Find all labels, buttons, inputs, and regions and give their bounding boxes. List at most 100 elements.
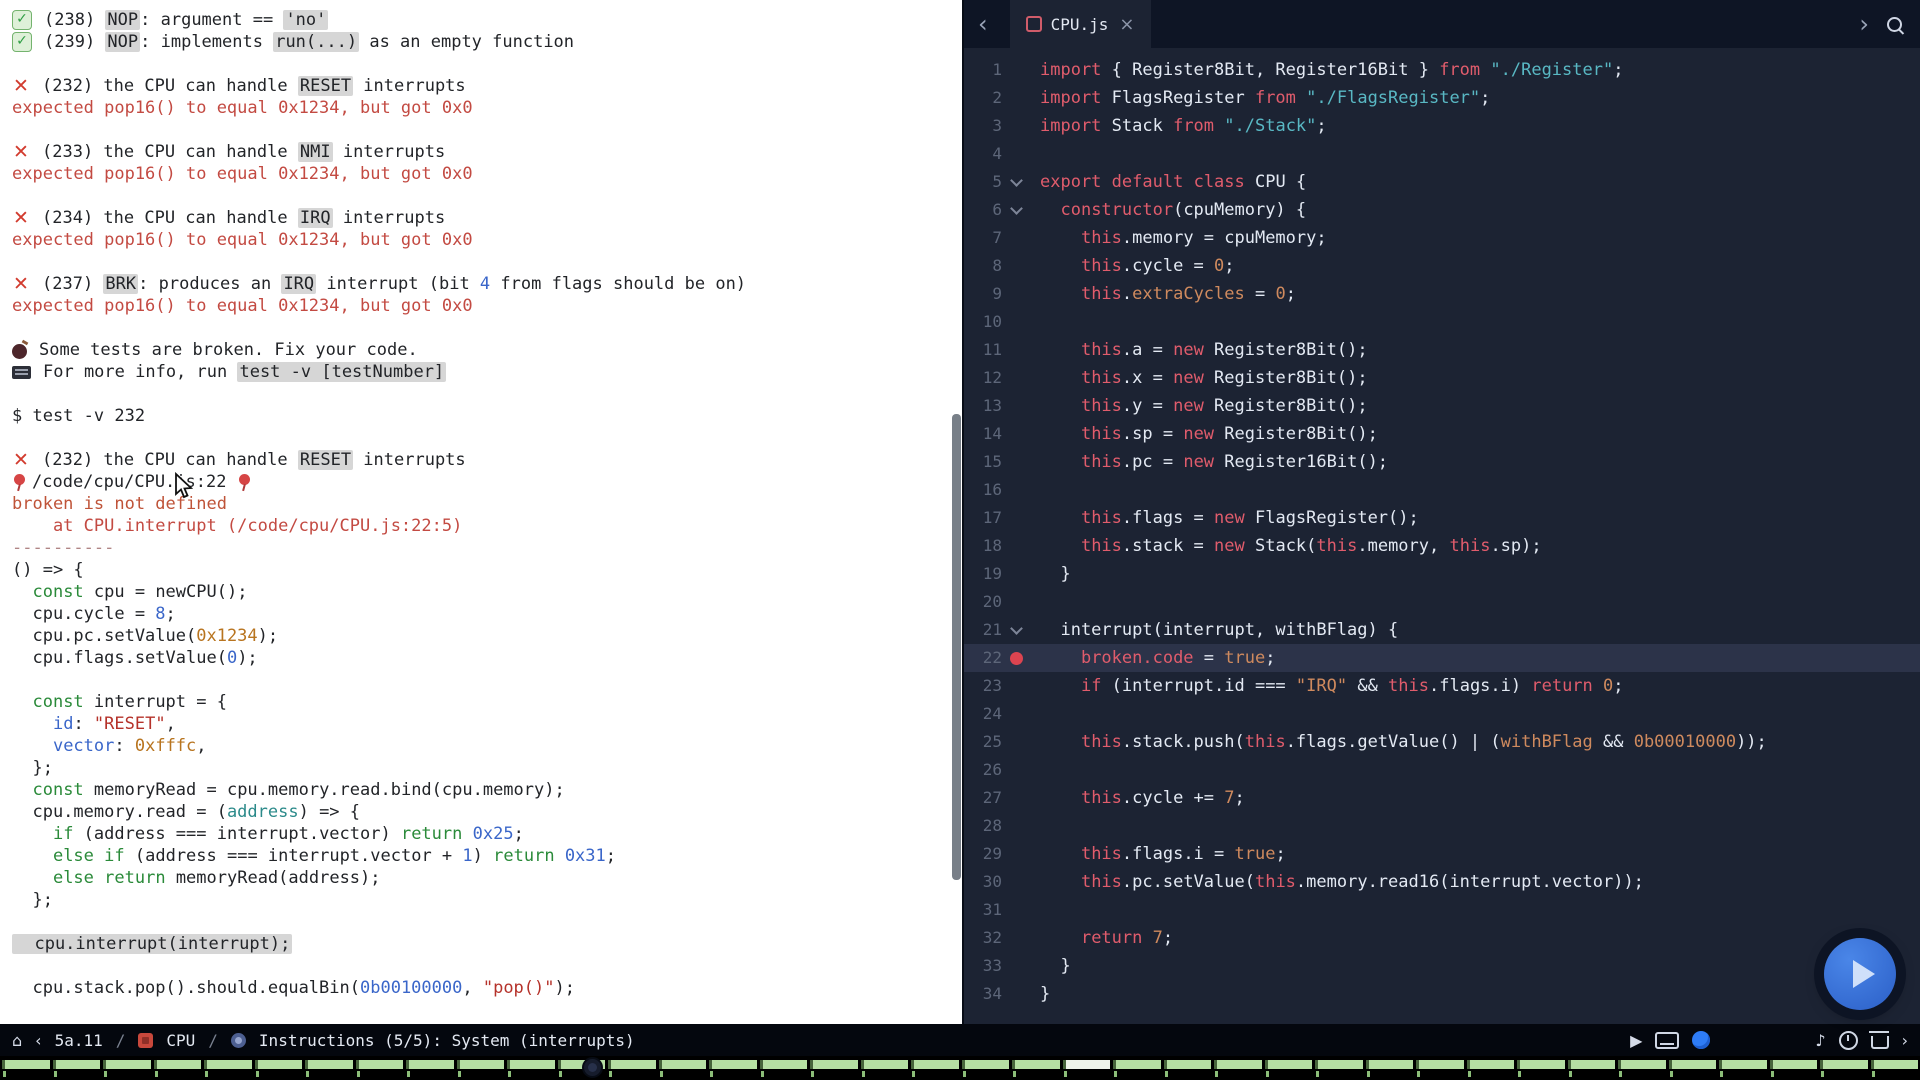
fold-chevron-icon[interactable] <box>1002 616 1030 644</box>
progress-segment[interactable] <box>1669 1060 1717 1069</box>
line-number[interactable]: 16 <box>964 476 1002 504</box>
progress-segment[interactable] <box>1517 1060 1565 1069</box>
editor-line[interactable]: 29 this.flags.i = true; <box>964 840 1920 868</box>
progress-segment[interactable] <box>154 1060 202 1069</box>
editor-line[interactable]: 21 interrupt(interrupt, withBFlag) { <box>964 616 1920 644</box>
editor-line[interactable]: 12 this.x = new Register8Bit(); <box>964 364 1920 392</box>
keyboard-icon[interactable] <box>1655 1032 1679 1049</box>
fold-chevron-icon[interactable] <box>1002 196 1030 224</box>
line-number[interactable]: 26 <box>964 756 1002 784</box>
line-number[interactable]: 7 <box>964 224 1002 252</box>
editor-line[interactable]: 19 } <box>964 560 1920 588</box>
editor-line[interactable]: 17 this.flags = new FlagsRegister(); <box>964 504 1920 532</box>
editor-line[interactable]: 23 if (interrupt.id === "IRQ" && this.fl… <box>964 672 1920 700</box>
line-number[interactable]: 25 <box>964 728 1002 756</box>
line-number[interactable]: 12 <box>964 364 1002 392</box>
editor-line[interactable]: 10 <box>964 308 1920 336</box>
line-number[interactable]: 11 <box>964 336 1002 364</box>
music-note-icon[interactable]: ♪ <box>1815 1031 1825 1050</box>
progress-segment[interactable] <box>507 1060 555 1069</box>
progress-segment[interactable] <box>1416 1060 1464 1069</box>
play-control-icon[interactable]: ▶ <box>1630 1031 1642 1050</box>
line-number[interactable]: 3 <box>964 112 1002 140</box>
search-icon[interactable] <box>1887 17 1902 32</box>
editor-line[interactable]: 7 this.memory = cpuMemory; <box>964 224 1920 252</box>
run-button[interactable] <box>1824 938 1896 1010</box>
line-number[interactable]: 1 <box>964 56 1002 84</box>
editor-line[interactable]: 28 <box>964 812 1920 840</box>
progress-segment[interactable] <box>1770 1060 1818 1069</box>
editor-line[interactable]: 25 this.stack.push(this.flags.getValue()… <box>964 728 1920 756</box>
line-number[interactable]: 27 <box>964 784 1002 812</box>
line-number[interactable]: 21 <box>964 616 1002 644</box>
trash-icon[interactable] <box>1871 1036 1889 1049</box>
progress-segment[interactable] <box>1214 1060 1262 1069</box>
clock-icon[interactable] <box>1839 1031 1858 1050</box>
editor-line[interactable]: 27 this.cycle += 7; <box>964 784 1920 812</box>
line-number[interactable]: 29 <box>964 840 1002 868</box>
progress-segment[interactable] <box>861 1060 909 1069</box>
progress-segment[interactable] <box>1113 1060 1161 1069</box>
editor-line[interactable]: 26 <box>964 756 1920 784</box>
line-number[interactable]: 4 <box>964 140 1002 168</box>
home-icon[interactable]: ⌂ <box>12 1031 22 1050</box>
tab-close-icon[interactable]: × <box>1119 14 1134 35</box>
status-orb-icon[interactable] <box>1692 1031 1710 1049</box>
progress-segment[interactable] <box>962 1060 1010 1069</box>
line-number[interactable]: 30 <box>964 868 1002 896</box>
line-number[interactable]: 20 <box>964 588 1002 616</box>
line-number[interactable]: 9 <box>964 280 1002 308</box>
breakpoint-dot[interactable] <box>1002 644 1030 672</box>
line-number[interactable]: 23 <box>964 672 1002 700</box>
editor-line[interactable]: 6 constructor(cpuMemory) { <box>964 196 1920 224</box>
progress-segment[interactable] <box>1315 1060 1363 1069</box>
tabs-back-button[interactable]: ‹ <box>964 10 1002 38</box>
editor-line[interactable]: 30 this.pc.setValue(this.memory.read16(i… <box>964 868 1920 896</box>
line-number[interactable]: 2 <box>964 84 1002 112</box>
progress-segment[interactable] <box>103 1060 151 1069</box>
progress-segment[interactable] <box>1366 1060 1414 1069</box>
editor-line[interactable]: 24 <box>964 700 1920 728</box>
line-number[interactable]: 5 <box>964 168 1002 196</box>
fold-chevron-icon[interactable] <box>1002 168 1030 196</box>
editor-line[interactable]: 33 } <box>964 952 1920 980</box>
progress-segment[interactable] <box>1467 1060 1515 1069</box>
editor-line[interactable]: 32 return 7; <box>964 924 1920 952</box>
editor-line[interactable]: 15 this.pc = new Register16Bit(); <box>964 448 1920 476</box>
progress-segment[interactable] <box>1719 1060 1767 1069</box>
line-number[interactable]: 31 <box>964 896 1002 924</box>
editor-line[interactable]: 2import FlagsRegister from "./FlagsRegis… <box>964 84 1920 112</box>
progress-segment[interactable] <box>608 1060 656 1069</box>
progress-segment[interactable] <box>659 1060 707 1069</box>
editor-line[interactable]: 22 broken.code = true; <box>964 644 1920 672</box>
editor-line[interactable]: 14 this.sp = new Register8Bit(); <box>964 420 1920 448</box>
editor-line[interactable]: 20 <box>964 588 1920 616</box>
line-number[interactable]: 24 <box>964 700 1002 728</box>
line-number[interactable]: 19 <box>964 560 1002 588</box>
editor-line[interactable]: 8 this.cycle = 0; <box>964 252 1920 280</box>
breadcrumb-forward-icon[interactable]: › <box>1902 1031 1908 1050</box>
progress-segment[interactable] <box>356 1060 404 1069</box>
progress-segment[interactable] <box>1820 1060 1868 1069</box>
editor-line[interactable]: 13 this.y = new Register8Bit(); <box>964 392 1920 420</box>
editor-line[interactable]: 11 this.a = new Register8Bit(); <box>964 336 1920 364</box>
editor-line[interactable]: 9 this.extraCycles = 0; <box>964 280 1920 308</box>
progress-segment[interactable] <box>1618 1060 1666 1069</box>
line-number[interactable]: 28 <box>964 812 1002 840</box>
line-number[interactable]: 22 <box>964 644 1002 672</box>
progress-segment[interactable] <box>53 1060 101 1069</box>
line-number[interactable]: 32 <box>964 924 1002 952</box>
progress-segment[interactable] <box>204 1060 252 1069</box>
line-number[interactable]: 18 <box>964 532 1002 560</box>
line-number[interactable]: 33 <box>964 952 1002 980</box>
module-name[interactable]: CPU <box>166 1031 195 1050</box>
progress-segment[interactable] <box>406 1060 454 1069</box>
progress-segment[interactable] <box>1063 1060 1111 1069</box>
editor-line[interactable]: 1import { Register8Bit, Register16Bit } … <box>964 56 1920 84</box>
editor-line[interactable]: 3import Stack from "./Stack"; <box>964 112 1920 140</box>
editor-line[interactable]: 5export default class CPU { <box>964 168 1920 196</box>
line-number[interactable]: 8 <box>964 252 1002 280</box>
breadcrumb-back-icon[interactable]: ‹ <box>35 1031 41 1050</box>
line-number[interactable]: 15 <box>964 448 1002 476</box>
progress-segment[interactable] <box>2 1060 50 1069</box>
